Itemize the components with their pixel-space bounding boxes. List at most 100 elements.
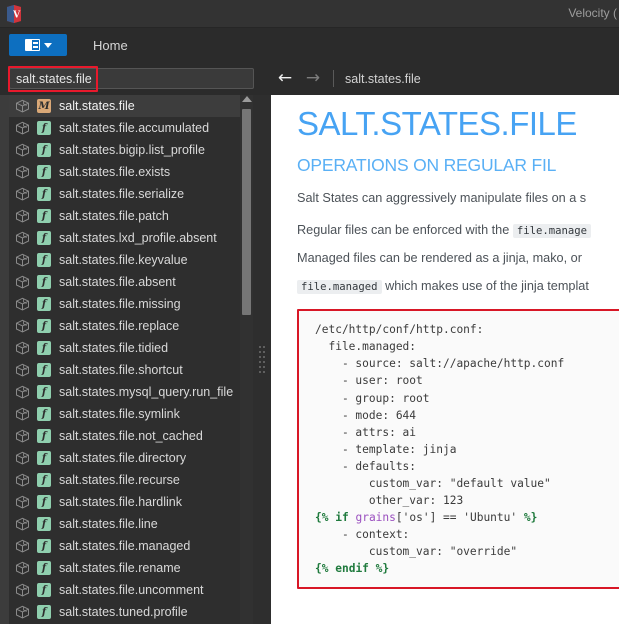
list-item[interactable]: f salt.states.file.replace <box>9 315 240 337</box>
sidebar-scrollbar[interactable] <box>240 95 253 624</box>
function-badge-icon: f <box>37 165 51 179</box>
arrow-right-icon[interactable]: → <box>300 66 326 92</box>
list-item[interactable]: f salt.states.mysql_query.run_file <box>9 381 240 403</box>
toolbar: Home <box>0 28 619 62</box>
documentation-pane: SALT.STATES.FILE OPERATIONS ON REGULAR F… <box>271 95 619 624</box>
list-item-label: salt.states.file.exists <box>59 165 171 179</box>
list-item[interactable]: f salt.states.file.exists <box>9 161 240 183</box>
navigation-bar: ← → salt.states.file <box>261 62 619 95</box>
list-item-label: salt.states.tuned.profile <box>59 605 188 619</box>
function-badge-icon: f <box>37 143 51 157</box>
module-badge-icon: M <box>37 99 51 113</box>
list-item[interactable]: f salt.states.file.keyvalue <box>9 249 240 271</box>
list-item[interactable]: f salt.states.file.hardlink <box>9 491 240 513</box>
list-item[interactable]: f salt.states.file.accumulated <box>9 117 240 139</box>
function-badge-icon: f <box>37 363 51 377</box>
sidebar-layout-icon <box>24 39 40 51</box>
package-cube-icon <box>13 538 32 554</box>
search-results-sidebar: Msalt.states.file f salt.states.file.accum… <box>0 95 253 624</box>
function-badge-icon: f <box>37 275 51 289</box>
list-item-label: salt.states.file.absent <box>59 275 176 289</box>
inline-code-file-manage: file.manage <box>512 224 591 239</box>
function-badge-icon: f <box>37 407 51 421</box>
package-cube-icon <box>13 208 32 224</box>
function-badge-icon: f <box>37 429 51 443</box>
list-item-label: salt.states.file.not_cached <box>59 429 203 443</box>
package-cube-icon <box>13 186 32 202</box>
list-item[interactable]: f salt.states.file.rename <box>9 557 240 579</box>
list-item[interactable]: f salt.states.file.symlink <box>9 403 240 425</box>
list-item-label: salt.states.file.replace <box>59 319 180 333</box>
velocity-book-icon: V <box>0 0 28 28</box>
list-item-label: salt.states.file.accumulated <box>59 121 210 135</box>
search-input[interactable] <box>9 68 254 89</box>
list-item[interactable]: f salt.states.file.serialize <box>9 183 240 205</box>
velocity-app-window: V Velocity ( Home ← → salt.states.file M… <box>0 0 619 624</box>
sidebar-scrollbar-thumb[interactable] <box>242 109 251 315</box>
package-cube-icon <box>13 340 32 356</box>
function-badge-icon: f <box>37 539 51 553</box>
title-bar: V Velocity ( <box>0 0 619 28</box>
package-cube-icon <box>13 230 32 246</box>
list-item[interactable]: f salt.states.file.shortcut <box>9 359 240 381</box>
paragraph-jinja-template: file.managed which makes use of the jinj… <box>297 277 619 296</box>
function-badge-icon: f <box>37 319 51 333</box>
package-cube-icon <box>13 560 32 576</box>
arrow-left-icon[interactable]: ← <box>272 66 298 92</box>
list-item[interactable]: f salt.states.file.absent <box>9 271 240 293</box>
list-item[interactable]: f salt.states.file.directory <box>9 447 240 469</box>
triangle-up-icon[interactable] <box>242 96 252 102</box>
list-item[interactable]: f salt.states.bigip.list_profile <box>9 139 240 161</box>
paragraph-jinja-template-text: which makes use of the jinja templat <box>385 279 589 294</box>
list-item[interactable]: f salt.states.file.tidied <box>9 337 240 359</box>
package-cube-icon <box>13 450 32 466</box>
list-item[interactable]: f salt.states.lxd_profile.absent <box>9 227 240 249</box>
list-item-label: salt.states.file.rename <box>59 561 181 575</box>
list-item[interactable]: f salt.states.file.not_cached <box>9 425 240 447</box>
package-cube-icon <box>13 582 32 598</box>
list-item[interactable]: f salt.states.file.uncomment <box>9 579 240 601</box>
window-title: Velocity ( <box>568 6 617 20</box>
list-item-label: salt.states.file.patch <box>59 209 169 223</box>
function-badge-icon: f <box>37 231 51 245</box>
function-badge-icon: f <box>37 209 51 223</box>
package-cube-icon <box>13 98 32 114</box>
list-item-label: salt.states.file.uncomment <box>59 583 204 597</box>
search-results-list[interactable]: Msalt.states.file f salt.states.file.accum… <box>9 95 240 624</box>
function-badge-icon: f <box>37 341 51 355</box>
home-label[interactable]: Home <box>93 38 128 53</box>
search-row <box>0 62 261 95</box>
package-cube-icon <box>13 164 32 180</box>
list-item[interactable]: f salt.states.file.managed <box>9 535 240 557</box>
list-item-label: salt.states.file <box>59 99 135 113</box>
function-badge-icon: f <box>37 605 51 619</box>
list-item-label: salt.states.bigip.list_profile <box>59 143 205 157</box>
list-item[interactable]: f salt.states.tuned.profile <box>9 601 240 623</box>
list-item[interactable]: f salt.states.file.line <box>9 513 240 535</box>
package-cube-icon <box>13 318 32 334</box>
list-item-label: salt.states.file.keyvalue <box>59 253 188 267</box>
package-cube-icon <box>13 142 32 158</box>
package-cube-icon <box>13 384 32 400</box>
list-item-label: salt.states.file.missing <box>59 297 181 311</box>
list-item[interactable]: f salt.states.file.patch <box>9 205 240 227</box>
function-badge-icon: f <box>37 517 51 531</box>
list-item-label: salt.states.file.shortcut <box>59 363 183 377</box>
list-item[interactable]: f salt.states.file.missing <box>9 293 240 315</box>
package-cube-icon <box>13 406 32 422</box>
list-item-label: salt.states.file.line <box>59 517 158 531</box>
sidebar-toggle-button[interactable] <box>9 34 67 56</box>
yaml-code-sample: /etc/http/conf/http.conf: file.managed: … <box>315 323 565 575</box>
code-block-annotated: /etc/http/conf/http.conf: file.managed: … <box>297 309 619 589</box>
paragraph-regular-files: Regular files can be enforced with the f… <box>297 221 619 240</box>
list-gutter <box>0 95 9 624</box>
function-badge-icon: f <box>37 121 51 135</box>
package-cube-icon <box>13 604 32 620</box>
list-item[interactable]: f salt.states.file.recurse <box>9 469 240 491</box>
breadcrumb: salt.states.file <box>345 71 421 86</box>
list-item[interactable]: Msalt.states.file <box>9 95 240 117</box>
package-cube-icon <box>13 252 32 268</box>
function-badge-icon: f <box>37 495 51 509</box>
pane-splitter[interactable] <box>253 95 271 624</box>
intro-paragraph: Salt States can aggressively manipulate … <box>297 191 587 206</box>
